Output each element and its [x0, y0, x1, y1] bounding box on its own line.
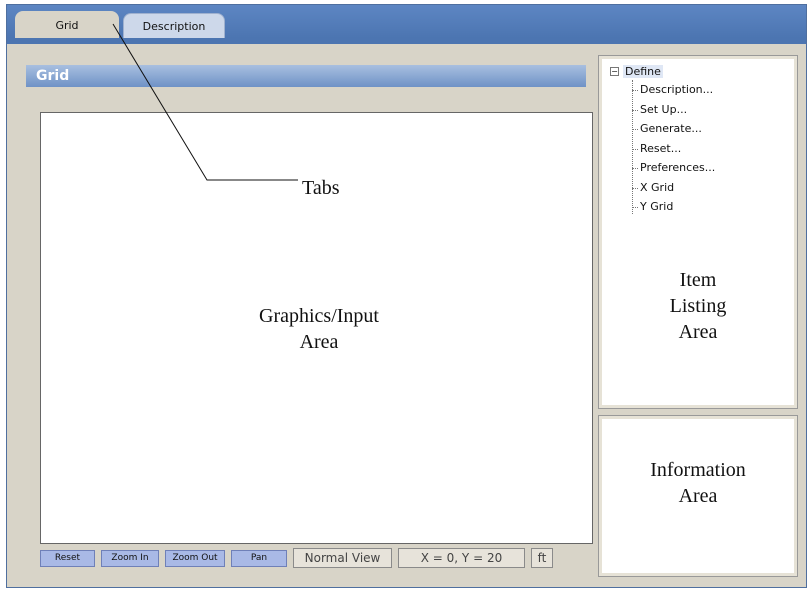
tree-items: Description... Set Up... Generate... Res…	[632, 80, 715, 217]
tab-grid[interactable]: Grid	[15, 11, 119, 39]
tab-bar: Grid Description	[7, 5, 806, 39]
graphics-area-label: Graphics/Input Area	[219, 303, 419, 355]
tree-item-set-up[interactable]: Set Up...	[632, 100, 715, 120]
tabs-annotation: Tabs	[302, 175, 372, 201]
tree-root-define[interactable]: − Define	[610, 65, 715, 78]
item-listing-line3: Area	[678, 321, 718, 343]
tab-description[interactable]: Description	[123, 13, 225, 38]
status-bar: Reset Zoom In Zoom Out Pan Normal View X…	[40, 546, 593, 570]
tab-grid-label: Grid	[55, 18, 79, 32]
zoom-in-button[interactable]: Zoom In	[101, 549, 159, 567]
coordinates-readout: X = 0, Y = 20	[398, 548, 525, 568]
tabs-annotation-text: Tabs	[302, 177, 340, 199]
tree-root-label[interactable]: Define	[623, 65, 663, 78]
collapse-icon[interactable]: −	[610, 67, 619, 76]
information-area: Information Area	[598, 415, 798, 577]
pan-button[interactable]: Pan	[231, 549, 287, 567]
tree-item-reset[interactable]: Reset...	[632, 139, 715, 159]
graphics-area-label-line1: Graphics/Input	[259, 305, 379, 327]
information-line2: Area	[678, 485, 718, 507]
define-tree: − Define Description... Set Up... Genera…	[610, 65, 715, 217]
tree-item-x-grid[interactable]: X Grid	[632, 178, 715, 198]
item-listing-line2: Listing	[669, 295, 727, 317]
tree-item-preferences[interactable]: Preferences...	[632, 158, 715, 178]
graphics-area-label-line2: Area	[299, 331, 339, 353]
tab-description-label: Description	[142, 19, 206, 33]
panel-title: Grid	[36, 68, 70, 84]
tree-item-description[interactable]: Description...	[632, 80, 715, 100]
tree-item-y-grid[interactable]: Y Grid	[632, 197, 715, 217]
view-mode-field: Normal View	[293, 548, 392, 568]
units-field: ft	[531, 548, 553, 568]
information-line1: Information	[650, 459, 746, 481]
panel-title-bar: Grid	[26, 65, 586, 87]
zoom-out-button[interactable]: Zoom Out	[165, 549, 225, 567]
item-listing-line1: Item	[679, 269, 717, 291]
tab-bar-bottom-border	[7, 38, 806, 44]
item-listing-annotation: Item Listing Area	[622, 267, 774, 345]
item-listing-area[interactable]: − Define Description... Set Up... Genera…	[598, 55, 798, 409]
tree-item-generate[interactable]: Generate...	[632, 119, 715, 139]
reset-button[interactable]: Reset	[40, 549, 95, 567]
information-annotation: Information Area	[610, 457, 786, 509]
